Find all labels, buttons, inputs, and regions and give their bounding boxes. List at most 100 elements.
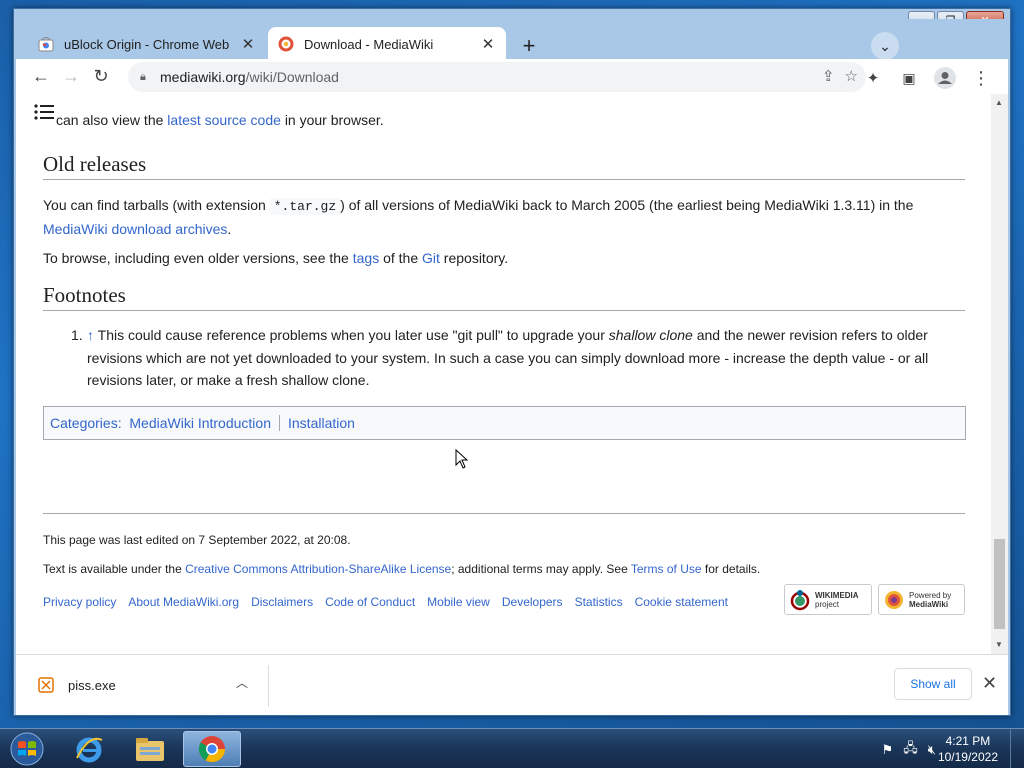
category-links: Categories: MediaWiki Introduction Insta… <box>43 406 966 440</box>
download-bar: piss.exe ︿ Show all ✕ <box>16 654 1008 715</box>
clock-time: 4:21 PM <box>945 734 991 748</box>
footer-link-statistics[interactable]: Statistics <box>575 595 623 609</box>
page-viewport: can also view the latest source code in … <box>16 94 1008 654</box>
emphasis: shallow clone <box>608 327 693 343</box>
footer-link-privacy[interactable]: Privacy policy <box>43 595 116 609</box>
hamburger-menu-icon[interactable] <box>34 104 56 120</box>
bookmark-star-icon[interactable]: ☆ <box>845 67 858 85</box>
chrome-taskbar-icon[interactable] <box>183 731 241 767</box>
profile-avatar-icon[interactable] <box>930 63 960 93</box>
license-text: Text is available under the Creative Com… <box>43 562 760 576</box>
latest-source-code-link[interactable]: latest source code <box>167 112 281 128</box>
menu-kebab-icon[interactable]: ⋮ <box>966 63 996 93</box>
tab-title: uBlock Origin - Chrome Web Store <box>64 36 230 52</box>
cc-license-link[interactable]: Creative Commons Attribution-ShareAlike … <box>185 562 451 576</box>
old-releases-heading: Old releases <box>43 152 965 180</box>
chrome-web-store-icon <box>38 36 54 52</box>
scroll-down-arrow-icon[interactable]: ▼ <box>995 640 1003 649</box>
mediawiki-favicon <box>278 36 294 52</box>
windows-taskbar: ⚑ 🖧︎ 🔇︎ 4:21 PM 10/19/2022 <box>0 728 1024 768</box>
categories-label-link[interactable]: Categories <box>50 415 118 431</box>
mouse-cursor-icon <box>455 449 469 469</box>
browser-toolbar: ← → ↻ 🔒︎ mediawiki.org/wiki/Download ⇪ ☆… <box>16 59 1008 94</box>
forward-arrow-icon[interactable]: → <box>56 62 86 92</box>
footnote-backlink-arrow[interactable]: ↑ <box>87 327 94 343</box>
vertical-scrollbar[interactable]: ▲ ▼ <box>991 94 1008 654</box>
footnote-number: 1. <box>71 327 83 343</box>
address-bar[interactable]: 🔒︎ mediawiki.org/wiki/Download ⇪ ☆ <box>128 62 866 92</box>
badge-text: Powered by MediaWiki <box>909 591 951 609</box>
footer-links: Privacy policy About MediaWiki.org Discl… <box>43 595 728 609</box>
text: of the <box>383 250 419 266</box>
url-path: /wiki/Download <box>245 69 339 85</box>
tab-search-chevron-icon[interactable]: ⌄ <box>871 32 899 60</box>
text: You can find tarballs (with extension <box>43 197 266 213</box>
category-mediawiki-introduction[interactable]: MediaWiki Introduction <box>129 415 271 431</box>
intro-text: can also view the <box>56 112 164 128</box>
git-link[interactable]: Git <box>422 250 440 266</box>
scrollbar-thumb[interactable] <box>994 539 1005 629</box>
action-center-flag-icon[interactable]: ⚑ <box>882 742 894 758</box>
exe-file-icon <box>38 677 54 693</box>
footnotes-heading: Footnotes <box>43 283 965 311</box>
footer-link-disclaimers[interactable]: Disclaimers <box>251 595 313 609</box>
extensions-puzzle-icon[interactable]: ✦ <box>858 63 888 93</box>
wikimedia-logo-icon <box>790 589 810 610</box>
footer-link-cookie-statement[interactable]: Cookie statement <box>635 595 728 609</box>
tarball-extension-code: *.tar.gz <box>269 198 341 215</box>
colon: : <box>117 415 130 431</box>
download-divider <box>268 665 269 707</box>
text: Text is available under the <box>43 562 182 576</box>
footer-link-mobile-view[interactable]: Mobile view <box>427 595 490 609</box>
share-icon[interactable]: ⇪ <box>822 67 835 85</box>
network-icon[interactable]: 🖧︎ <box>903 739 918 761</box>
close-tab-icon[interactable]: ✕ <box>480 35 496 53</box>
terms-of-use-link[interactable]: Terms of Use <box>631 562 702 576</box>
badge-line: Powered by <box>909 590 952 600</box>
show-desktop-button[interactable] <box>1010 729 1024 768</box>
badge-line: project <box>815 599 840 609</box>
footer-divider <box>43 513 965 514</box>
close-download-bar-icon[interactable]: ✕ <box>982 673 997 694</box>
side-panel-icon[interactable]: ▣ <box>894 63 924 93</box>
tab-title: Download - MediaWiki <box>304 36 434 52</box>
wikimedia-project-badge[interactable]: WIKIMEDIA project <box>784 584 872 615</box>
system-tray: ⚑ 🖧︎ 🔇︎ <box>882 739 936 761</box>
footer-link-code-of-conduct[interactable]: Code of Conduct <box>325 595 415 609</box>
system-clock[interactable]: 4:21 PM 10/19/2022 <box>938 733 998 765</box>
footer-link-developers[interactable]: Developers <box>502 595 563 609</box>
reload-icon[interactable]: ↻ <box>86 62 116 92</box>
text: This could cause reference problems when… <box>97 327 605 343</box>
file-explorer-icon[interactable] <box>121 731 179 767</box>
tags-link[interactable]: tags <box>353 250 379 266</box>
chevron-up-icon[interactable]: ︿ <box>236 674 248 691</box>
mediawiki-sunflower-icon <box>885 590 903 609</box>
intro-line: can also view the latest source code in … <box>56 110 384 130</box>
category-installation[interactable]: Installation <box>288 415 355 431</box>
badge-line: WIKIMEDIA <box>815 590 859 600</box>
volume-muted-icon[interactable]: 🔇︎ <box>928 742 936 758</box>
new-tab-button[interactable]: + <box>515 32 543 60</box>
text: repository. <box>443 250 509 266</box>
text: To browse, including even older versions… <box>43 250 349 266</box>
scroll-up-arrow-icon[interactable]: ▲ <box>995 98 1003 107</box>
internet-explorer-icon[interactable] <box>60 731 118 767</box>
tab-download-mediawiki[interactable]: Download - MediaWiki ✕ <box>268 27 506 61</box>
download-archives-link[interactable]: MediaWiki download archives <box>43 221 227 237</box>
powered-by-mediawiki-badge[interactable]: Powered by MediaWiki <box>878 584 965 615</box>
start-button[interactable] <box>4 730 50 768</box>
footer-badges: WIKIMEDIA project Powered by MediaWiki <box>784 584 965 615</box>
footer-link-about[interactable]: About MediaWiki.org <box>128 595 239 609</box>
old-releases-paragraph: You can find tarballs (with extension *.… <box>43 194 965 241</box>
back-arrow-icon[interactable]: ← <box>26 62 56 92</box>
show-all-downloads-button[interactable]: Show all <box>894 668 972 700</box>
last-edited-text: This page was last edited on 7 September… <box>43 533 351 547</box>
lock-icon: 🔒︎ <box>140 70 146 83</box>
url-domain: mediawiki.org <box>160 69 246 85</box>
browse-paragraph: To browse, including even older versions… <box>43 247 965 270</box>
tab-ublock[interactable]: uBlock Origin - Chrome Web Store ✕ <box>28 27 266 61</box>
clock-date: 10/19/2022 <box>937 750 998 764</box>
download-item[interactable]: piss.exe <box>38 670 256 700</box>
footnote-item: 1. ↑ This could cause reference problems… <box>43 324 965 392</box>
close-tab-icon[interactable]: ✕ <box>240 35 256 53</box>
